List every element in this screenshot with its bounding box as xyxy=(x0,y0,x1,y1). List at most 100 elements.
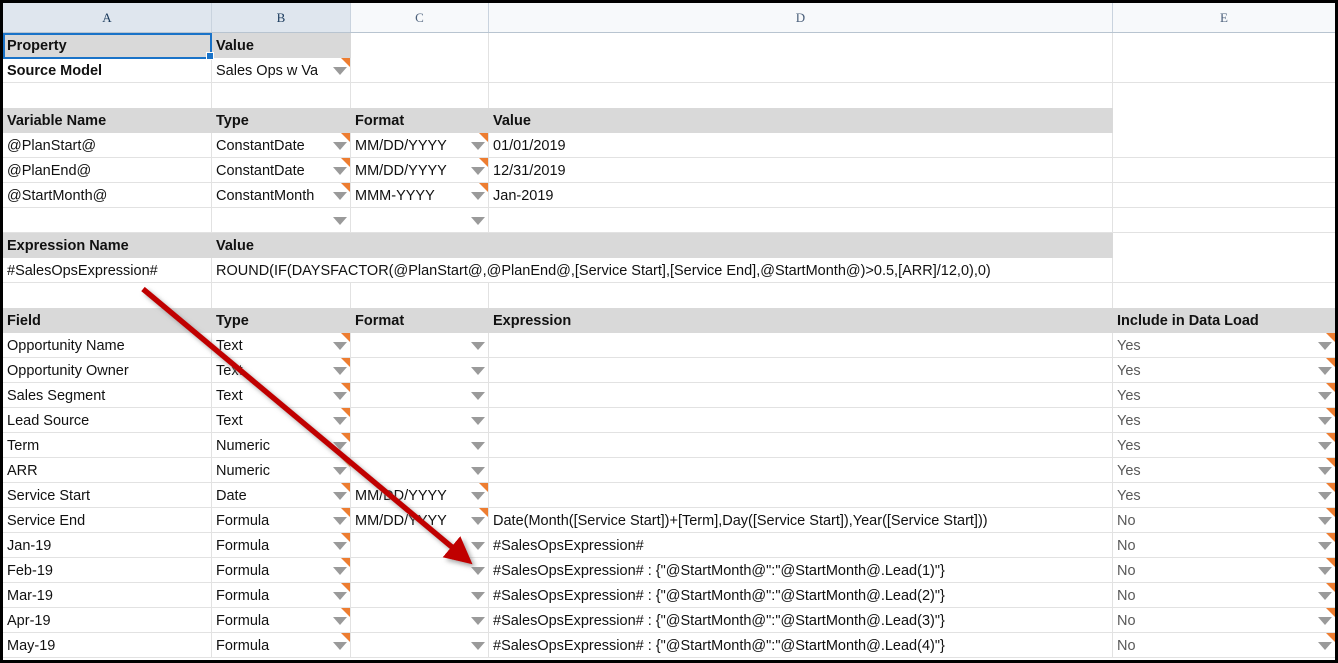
empty-cell[interactable] xyxy=(1113,283,1335,308)
variable-name[interactable] xyxy=(3,208,212,233)
chevron-down-icon[interactable] xyxy=(1318,616,1332,625)
field-format[interactable]: MM/DD/YYYY xyxy=(351,508,489,533)
table-row[interactable]: Field Type Format Expression Include in … xyxy=(3,308,1335,333)
chevron-down-icon[interactable] xyxy=(333,441,347,450)
spacer-row[interactable] xyxy=(3,283,1335,308)
field-name[interactable]: Mar-19 xyxy=(3,583,212,608)
chevron-down-icon[interactable] xyxy=(333,66,347,75)
empty-cell[interactable] xyxy=(351,283,489,308)
variable-format[interactable]: MM/DD/YYYY xyxy=(351,158,489,183)
table-row[interactable]: May-19 Formula #SalesOpsExpression# : {"@S… xyxy=(3,633,1335,658)
field-expression[interactable]: #SalesOpsExpression# xyxy=(489,533,1113,558)
field-include-in-data-load[interactable]: Yes xyxy=(1113,408,1335,433)
field-type[interactable]: Text xyxy=(212,333,351,358)
chevron-down-icon[interactable] xyxy=(1318,516,1332,525)
chevron-down-icon[interactable] xyxy=(471,141,485,150)
empty-cell[interactable] xyxy=(1113,183,1335,208)
table-row[interactable]: @PlanStart@ ConstantDate MM/DD/YYYY 01/0… xyxy=(3,133,1335,158)
field-type[interactable]: Formula xyxy=(212,508,351,533)
field-type[interactable]: Numeric xyxy=(212,458,351,483)
chevron-down-icon[interactable] xyxy=(333,416,347,425)
chevron-down-icon[interactable] xyxy=(471,591,485,600)
expression-name[interactable]: #SalesOpsExpression# xyxy=(3,258,212,283)
empty-cell[interactable] xyxy=(1113,233,1335,258)
column-header-c[interactable]: C xyxy=(351,3,489,32)
table-row[interactable]: Sales Segment Text Yes xyxy=(3,383,1335,408)
field-expression[interactable] xyxy=(489,383,1113,408)
chevron-down-icon[interactable] xyxy=(1318,341,1332,350)
field-include-in-data-load[interactable]: No xyxy=(1113,508,1335,533)
field-type[interactable]: Text xyxy=(212,358,351,383)
empty-cell[interactable] xyxy=(1113,158,1335,183)
chevron-down-icon[interactable] xyxy=(1318,541,1332,550)
field-type[interactable]: Text xyxy=(212,408,351,433)
field-name[interactable]: May-19 xyxy=(3,633,212,658)
field-include-in-data-load[interactable]: Yes xyxy=(1113,458,1335,483)
field-expression[interactable]: Date(Month([Service Start])+[Term],Day([… xyxy=(489,508,1113,533)
chevron-down-icon[interactable] xyxy=(333,616,347,625)
column-header-a[interactable]: A xyxy=(3,3,212,32)
field-include-in-data-load[interactable]: No xyxy=(1113,608,1335,633)
table-row[interactable]: Opportunity Owner Text Yes xyxy=(3,358,1335,383)
table-row[interactable]: Term Numeric Yes xyxy=(3,433,1335,458)
empty-cell[interactable] xyxy=(3,283,212,308)
field-name[interactable]: Opportunity Owner xyxy=(3,358,212,383)
chevron-down-icon[interactable] xyxy=(471,191,485,200)
chevron-down-icon[interactable] xyxy=(471,466,485,475)
variable-name[interactable]: @PlanStart@ xyxy=(3,133,212,158)
field-name[interactable]: Term xyxy=(3,433,212,458)
chevron-down-icon[interactable] xyxy=(471,566,485,575)
variable-name[interactable]: @StartMonth@ xyxy=(3,183,212,208)
field-name[interactable]: Jan-19 xyxy=(3,533,212,558)
chevron-down-icon[interactable] xyxy=(1318,466,1332,475)
variable-value[interactable]: 12/31/2019 xyxy=(489,158,1113,183)
chevron-down-icon[interactable] xyxy=(333,491,347,500)
empty-cell[interactable] xyxy=(489,283,1113,308)
fill-handle[interactable] xyxy=(206,52,214,60)
variable-value[interactable]: 01/01/2019 xyxy=(489,133,1113,158)
field-expression[interactable]: #SalesOpsExpression# : {"@StartMonth@":"… xyxy=(489,558,1113,583)
field-name[interactable]: Feb-19 xyxy=(3,558,212,583)
field-name[interactable]: Sales Segment xyxy=(3,383,212,408)
chevron-down-icon[interactable] xyxy=(471,416,485,425)
table-row[interactable]: Service Start Date MM/DD/YYYY Yes xyxy=(3,483,1335,508)
chevron-down-icon[interactable] xyxy=(333,341,347,350)
empty-cell[interactable] xyxy=(1113,208,1335,233)
chevron-down-icon[interactable] xyxy=(1318,441,1332,450)
chevron-down-icon[interactable] xyxy=(333,391,347,400)
field-name[interactable]: Apr-19 xyxy=(3,608,212,633)
field-format[interactable] xyxy=(351,458,489,483)
chevron-down-icon[interactable] xyxy=(1318,591,1332,600)
table-row[interactable]: @StartMonth@ ConstantMonth MMM-YYYY Jan-… xyxy=(3,183,1335,208)
chevron-down-icon[interactable] xyxy=(471,491,485,500)
empty-cell[interactable] xyxy=(1113,58,1335,83)
chevron-down-icon[interactable] xyxy=(471,166,485,175)
field-type[interactable]: Formula xyxy=(212,608,351,633)
chevron-down-icon[interactable] xyxy=(471,641,485,650)
field-format[interactable] xyxy=(351,408,489,433)
field-name[interactable]: Service Start xyxy=(3,483,212,508)
variable-type[interactable]: ConstantDate xyxy=(212,158,351,183)
field-type[interactable]: Numeric xyxy=(212,433,351,458)
field-include-in-data-load[interactable]: Yes xyxy=(1113,383,1335,408)
variable-format[interactable]: MM/DD/YYYY xyxy=(351,133,489,158)
chevron-down-icon[interactable] xyxy=(333,591,347,600)
table-row[interactable]: Opportunity Name Text Yes xyxy=(3,333,1335,358)
chevron-down-icon[interactable] xyxy=(1318,366,1332,375)
empty-cell[interactable] xyxy=(489,58,1113,83)
field-include-in-data-load[interactable]: Yes xyxy=(1113,333,1335,358)
column-header-e[interactable]: E xyxy=(1113,3,1335,32)
chevron-down-icon[interactable] xyxy=(471,441,485,450)
column-header-d[interactable]: D xyxy=(489,3,1113,32)
chevron-down-icon[interactable] xyxy=(333,191,347,200)
expression-value[interactable]: ROUND(IF(DAYSFACTOR(@PlanStart@,@PlanEnd… xyxy=(212,258,1113,283)
field-type[interactable]: Formula xyxy=(212,558,351,583)
variable-type[interactable] xyxy=(212,208,351,233)
chevron-down-icon[interactable] xyxy=(333,516,347,525)
field-type[interactable]: Text xyxy=(212,383,351,408)
variable-name[interactable]: @PlanEnd@ xyxy=(3,158,212,183)
empty-cell[interactable] xyxy=(212,83,351,108)
table-row[interactable]: ARR Numeric Yes xyxy=(3,458,1335,483)
table-row[interactable]: Variable Name Type Format Value xyxy=(3,108,1335,133)
table-row[interactable] xyxy=(3,208,1335,233)
